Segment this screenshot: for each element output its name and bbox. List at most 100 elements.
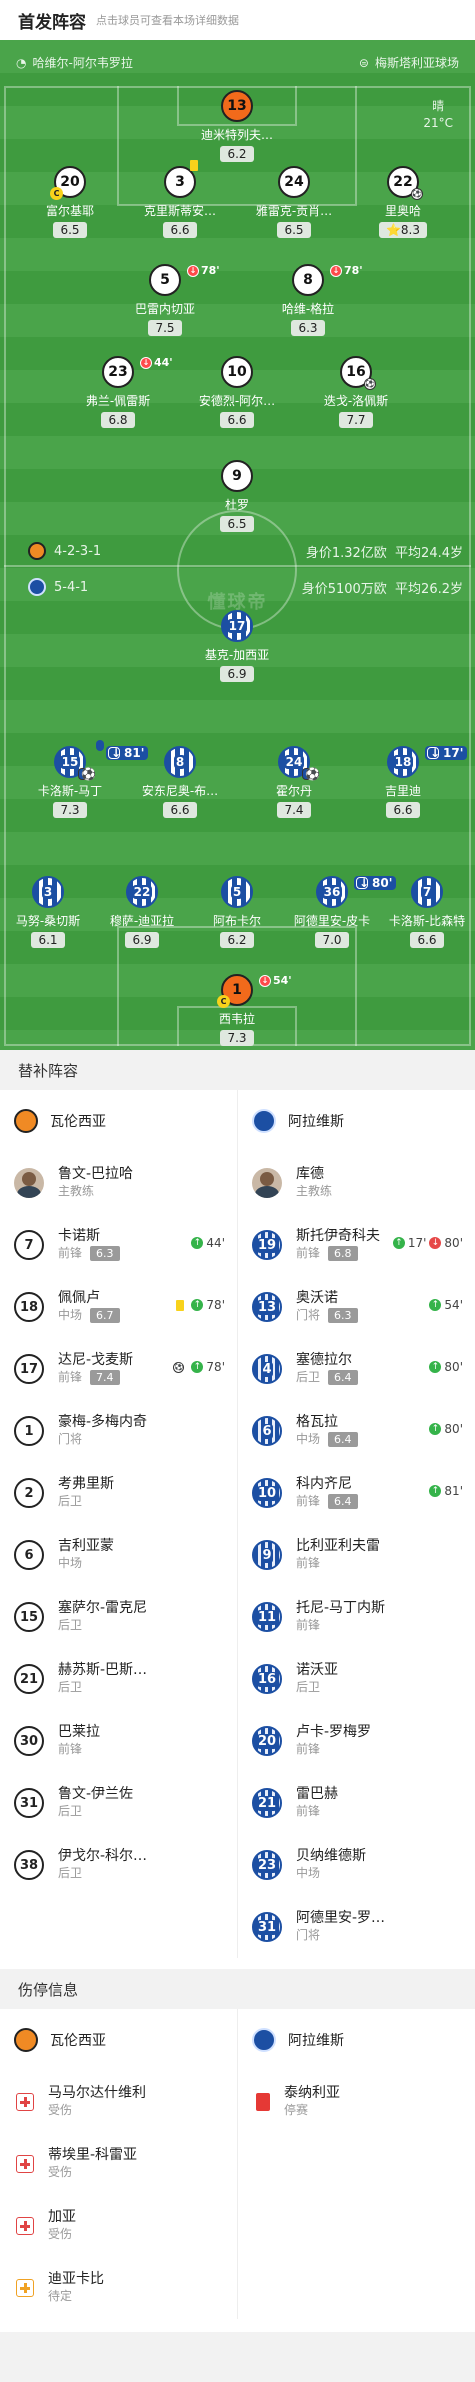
home-player[interactable]: 24 雅雷克-贡肖… 6.5 xyxy=(246,166,342,238)
alaves-crest-icon xyxy=(28,578,46,596)
suspension-row[interactable]: 泰纳利亚 停赛 xyxy=(238,2071,475,2133)
sub-player-row[interactable]: 31 鲁文-伊兰佐 后卫 xyxy=(0,1772,237,1834)
away-player[interactable]: 18 ↓ 17' 吉里迪 6.6 xyxy=(355,746,468,818)
injury-row[interactable]: 蒂埃里-科雷亚 受伤 xyxy=(0,2133,237,2195)
page-title: 首发阵容 xyxy=(18,12,86,33)
away-injuries-column: 阿拉维斯 泰纳利亚 停赛 xyxy=(237,2009,475,2319)
sub-player-row[interactable]: 38 伊戈尔-科尔… 后卫 xyxy=(0,1834,237,1896)
sub-off-icon: ↓ 44' xyxy=(140,356,173,369)
goal-icon: ⚽ xyxy=(173,1361,185,1373)
red-card-icon xyxy=(256,2093,270,2111)
home-player[interactable]: 10 安德烈-阿尔… 6.6 xyxy=(189,356,285,428)
home-player[interactable]: 20 C 富尔基耶 6.5 xyxy=(22,166,118,238)
away-player[interactable]: 22 穆萨-迪亚拉 6.9 xyxy=(94,876,190,948)
away-player[interactable]: 17 基克-加西亚 6.9 xyxy=(189,610,285,682)
captain-icon: C xyxy=(50,187,63,200)
home-team-row: 瓦伦西亚 xyxy=(0,1090,237,1152)
assist-icon: ⚽ xyxy=(411,188,423,200)
away-player[interactable]: 5 阿布卡尔 6.2 xyxy=(189,876,285,948)
sub-player-row[interactable]: 10 科内齐尼 前锋 6.4 ↑ 81' xyxy=(238,1462,475,1524)
home-player[interactable]: 16 ⚽ 迭戈-洛佩斯 7.7 xyxy=(308,356,404,428)
sub-off-icon: ↓ 78' xyxy=(330,264,363,277)
lineup-header: 首发阵容 点击球员可查看本场详细数据 xyxy=(0,0,475,40)
stadium-icon: ⊜ xyxy=(358,55,369,70)
injury-icon xyxy=(16,2093,34,2111)
sub-player-row[interactable]: 15 塞萨尔-雷克尼 后卫 xyxy=(0,1586,237,1648)
sub-off-icon: ↓ 17' xyxy=(425,746,468,760)
sub-on-event: ↑ 54' xyxy=(429,1298,463,1312)
sub-player-row[interactable]: 11 托尼-马丁内斯 前锋 xyxy=(238,1586,475,1648)
sub-on-icon: ↑ xyxy=(429,1485,442,1497)
injury-row[interactable]: 加亚 受伤 xyxy=(0,2195,237,2257)
away-player[interactable]: 36 ↓ 80' 阿德里安-皮卡 7.0 xyxy=(284,876,397,948)
sub-on-event: ⚽ ↑ 78' xyxy=(173,1360,225,1374)
sub-on-icon: ↑ xyxy=(429,1361,442,1373)
sub-on-event: ↑ 80' xyxy=(429,1360,463,1374)
away-player[interactable]: 24 ⚽ 霍尔丹 7.4 xyxy=(246,746,342,818)
injury-row[interactable]: 马马尔达什维利 受伤 xyxy=(0,2071,237,2133)
sub-player-row[interactable]: 6 格瓦拉 中场 6.4 ↑ 80' xyxy=(238,1400,475,1462)
sub-player-row[interactable]: 17 达尼-戈麦斯 前锋 7.4 ⚽ ↑ 78' xyxy=(0,1338,237,1400)
sub-on-icon: ↑ xyxy=(429,1423,442,1435)
captain-icon: C xyxy=(217,995,230,1008)
avatar xyxy=(252,1168,282,1198)
footer-spacer xyxy=(0,2332,475,2382)
sub-on-icon: ↑ xyxy=(191,1299,204,1311)
away-subs-column: 阿拉维斯 库德 主教练 19 斯托伊奇科夫 前锋 6.8 ↑ 17' ↓ 80' 13 奥沃… xyxy=(237,1090,475,1958)
away-player[interactable]: 7 卡洛斯-比森特 6.6 xyxy=(379,876,475,948)
home-player[interactable]: 3 克里斯蒂安… 6.6 xyxy=(132,160,228,238)
home-player[interactable]: 8 ↓ 78' 哈维-格拉 6.3 xyxy=(260,264,363,336)
assist-icon: ⚽ xyxy=(78,768,96,780)
home-team-row: 瓦伦西亚 xyxy=(0,2009,237,2071)
home-player-gk[interactable]: 13 迪米特列夫… 6.2 xyxy=(189,90,285,162)
assist-icon: ⚽ xyxy=(302,768,320,780)
sub-player-row[interactable]: 20 卢卡-罗梅罗 前锋 xyxy=(238,1710,475,1772)
sub-player-row[interactable]: 19 斯托伊奇科夫 前锋 6.8 ↑ 17' ↓ 80' xyxy=(238,1214,475,1276)
sub-player-row[interactable]: 13 奥沃诺 门将 6.3 ↑ 54' xyxy=(238,1276,475,1338)
assist-icon: ⚽ xyxy=(364,378,376,390)
away-team-row: 阿拉维斯 xyxy=(238,2009,475,2071)
home-injuries-column: 瓦伦西亚 马马尔达什维利 受伤 蒂埃里-科雷亚 受伤 加亚 受伤 迪亚卡比 待定 xyxy=(0,2009,237,2319)
sub-player-row[interactable]: 6 吉利亚蒙 中场 xyxy=(0,1524,237,1586)
yellow-card-icon xyxy=(176,1299,185,1311)
sub-player-row[interactable]: 4 塞德拉尔 后卫 6.4 ↑ 80' xyxy=(238,1338,475,1400)
injury-icon xyxy=(16,2155,34,2173)
sub-player-row[interactable]: 21 赫苏斯-巴斯… 后卫 xyxy=(0,1648,237,1710)
away-player[interactable]: 15 ↓ 81' ⚽ 卡洛斯-马丁 7.3 xyxy=(22,740,149,818)
home-player[interactable]: 5 ↓ 78' 巴雷内切亚 7.5 xyxy=(117,264,220,336)
sub-player-row[interactable]: 23 贝纳维德斯 中场 xyxy=(238,1834,475,1896)
sub-player-row[interactable]: 21 雷巴赫 前锋 xyxy=(238,1772,475,1834)
away-player[interactable]: 3 马努-桑切斯 6.1 xyxy=(0,876,96,948)
home-player[interactable]: 22 ⚽ 里奥哈 ⭐8.3 xyxy=(355,166,451,238)
home-player[interactable]: 9 杜罗 6.5 xyxy=(189,460,285,532)
sub-off-icon: ↓ 78' xyxy=(187,264,220,277)
home-player[interactable]: 23 ↓ 44' 弗兰-佩雷斯 6.8 xyxy=(70,356,173,428)
sub-player-row[interactable]: 7 卡诺斯 前锋 6.3 ↑ 44' xyxy=(0,1214,237,1276)
sub-on-event: ↑ 80' xyxy=(429,1422,463,1436)
sub-on-icon: ↑ xyxy=(191,1361,204,1373)
sub-player-row[interactable]: 31 阿德里安-罗… 门将 xyxy=(238,1896,475,1958)
yellow-card-icon xyxy=(96,740,104,751)
alaves-crest-icon xyxy=(252,1109,276,1133)
home-coach[interactable]: 鲁文-巴拉哈 主教练 xyxy=(0,1152,237,1214)
alaves-crest-icon xyxy=(252,2028,276,2052)
sub-player-row[interactable]: 2 考弗里斯 后卫 xyxy=(0,1462,237,1524)
away-player-gk[interactable]: 1 ↓ 54' C 西韦拉 7.3 xyxy=(189,974,292,1046)
valencia-crest-icon xyxy=(28,542,46,560)
sub-off-icon: ↓ 54' xyxy=(259,974,292,987)
sub-player-row[interactable]: 9 比利亚利夫雷 前锋 xyxy=(238,1524,475,1586)
away-player[interactable]: 8 安东尼奥-布… 6.6 xyxy=(132,746,228,818)
sub-off-icon: ↓ xyxy=(429,1237,442,1249)
yellow-card-icon xyxy=(190,160,198,171)
sub-player-row[interactable]: 16 诺沃亚 后卫 xyxy=(238,1648,475,1710)
injuries-section: 伤停信息 瓦伦西亚 马马尔达什维利 受伤 蒂埃里-科雷亚 受伤 加亚 受伤 迪亚卡比待… xyxy=(0,1969,475,2319)
sub-player-row[interactable]: 1 豪梅-多梅内奇 门将 xyxy=(0,1400,237,1462)
sub-player-row[interactable]: 18 佩佩卢 中场 6.7 ↑ 78' xyxy=(0,1276,237,1338)
home-team-value: 身价1.32亿欧 平均24.4岁 xyxy=(305,546,463,561)
away-coach[interactable]: 库德 主教练 xyxy=(238,1152,475,1214)
sub-on-icon: ↑ xyxy=(392,1237,405,1249)
avatar xyxy=(14,1168,44,1198)
sub-player-row[interactable]: 30 巴莱拉 前锋 xyxy=(0,1710,237,1772)
home-subs-column: 瓦伦西亚 鲁文-巴拉哈 主教练 7 卡诺斯 前锋 6.3 ↑ 44' 18 佩佩卢 中场 6… xyxy=(0,1090,237,1958)
injury-row[interactable]: 迪亚卡比 待定 xyxy=(0,2257,237,2319)
